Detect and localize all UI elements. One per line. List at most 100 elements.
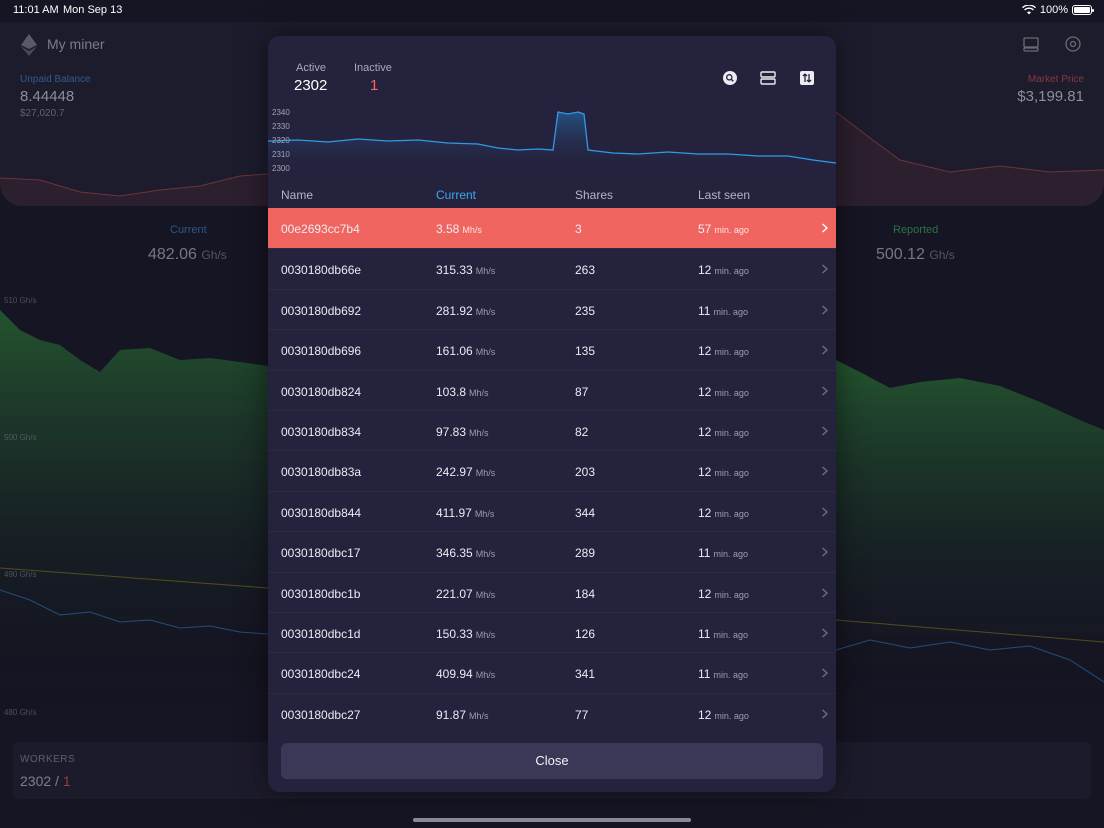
chart-y-label-2340: 2340 [272, 108, 290, 117]
chevron-right-icon [822, 426, 829, 436]
worker-shares: 235 [575, 303, 596, 318]
worker-name: 0030180db824 [281, 384, 362, 399]
table-row[interactable]: 0030180dbc1d 150.33 Mh/s 126 11 min. ago [268, 611, 836, 652]
miner-title[interactable]: My miner [47, 36, 105, 52]
worker-shares: 77 [575, 707, 589, 722]
battery-icon [1072, 5, 1094, 15]
inactive-label: Inactive [354, 62, 392, 74]
table-row[interactable]: 0030180dbc17 346.35 Mh/s 289 11 min. ago [268, 531, 836, 571]
worker-shares: 341 [575, 667, 596, 682]
column-current[interactable]: Current [436, 188, 476, 202]
worker-shares: 289 [575, 546, 596, 561]
workers-label: WORKERS [20, 754, 76, 765]
worker-name: 0030180db83a [281, 465, 362, 480]
worker-last-seen: 12 min. ago [698, 505, 749, 520]
worker-hashrate: 346.35 Mh/s [436, 546, 496, 561]
chart-y-label-2300: 2300 [272, 164, 290, 173]
worker-name: 0030180dbc1d [281, 626, 361, 641]
table-row[interactable]: 0030180db844 411.97 Mh/s 344 12 min. ago [268, 490, 836, 531]
worker-hashrate: 409.94 Mh/s [436, 667, 496, 682]
wifi-icon [1021, 5, 1036, 15]
status-date: Mon Sep 13 [63, 4, 123, 16]
column-last-seen[interactable]: Last seen [698, 188, 750, 202]
chevron-right-icon [822, 628, 829, 638]
worker-shares: 135 [575, 344, 596, 359]
worker-last-seen: 11 min. ago [698, 626, 748, 641]
axis-label-480: 480 Gh/s [4, 708, 37, 717]
active-count: 2302 [294, 77, 328, 94]
table-row[interactable]: 0030180dbc24 409.94 Mh/s 341 11 min. ago [268, 652, 836, 692]
table-row[interactable]: 0030180dbc27 91.87 Mh/s 77 12 min. ago [268, 692, 836, 733]
table-row[interactable]: 0030180db824 103.8 Mh/s 87 12 min. ago [268, 369, 836, 410]
ethereum-logo [21, 34, 37, 56]
worker-shares: 126 [575, 626, 596, 641]
worker-hashrate: 281.92 Mh/s [436, 303, 496, 318]
column-name[interactable]: Name [281, 188, 313, 202]
table-header: Name Current Shares Last seen [268, 186, 836, 208]
market-price-label: Market Price [1027, 74, 1084, 85]
chevron-right-icon [822, 507, 829, 517]
axis-label-490: 490 Gh/s [4, 570, 37, 579]
table-row[interactable]: 0030180db66e 315.33 Mh/s 263 12 min. ago [268, 248, 836, 288]
worker-last-seen: 12 min. ago [698, 465, 749, 480]
settings-icon[interactable] [1064, 35, 1082, 53]
close-button[interactable]: Close [281, 743, 823, 779]
table-row[interactable]: 00e2693cc7b4 3.58 Mh/s 3 57 min. ago [268, 208, 836, 249]
unpaid-balance-label: Unpaid Balance [20, 74, 91, 85]
worker-shares: 3 [575, 222, 582, 236]
worker-name: 00e2693cc7b4 [281, 222, 360, 236]
worker-name: 0030180db844 [281, 505, 362, 520]
worker-name: 0030180db834 [281, 424, 362, 439]
table-row[interactable]: 0030180dbc1b 221.07 Mh/s 184 12 min. ago [268, 571, 836, 612]
workers-count: 2302 / 1 [20, 773, 71, 789]
column-shares[interactable]: Shares [575, 188, 613, 202]
status-bar: 11:01 AM Mon Sep 13 100% [0, 0, 1104, 22]
worker-shares: 82 [575, 424, 589, 439]
axis-label-500: 500 Gh/s [4, 433, 37, 442]
worker-hashrate: 411.97 Mh/s [436, 505, 495, 520]
worker-hashrate: 242.97 Mh/s [436, 465, 496, 480]
reported-hashrate-value: 500.12 Gh/s [876, 246, 955, 263]
worker-hashrate: 97.83 Mh/s [436, 424, 489, 439]
worker-hashrate: 161.06 Mh/s [436, 344, 496, 359]
chevron-right-icon [822, 587, 829, 598]
worker-hashrate: 91.87 Mh/s [436, 707, 489, 722]
active-label: Active [296, 62, 326, 74]
sort-icon[interactable] [798, 69, 816, 87]
search-icon[interactable] [721, 69, 739, 87]
worker-name: 0030180db692 [281, 303, 362, 318]
server-icon[interactable] [1022, 35, 1040, 53]
worker-last-seen: 11 min. ago [698, 546, 748, 561]
worker-name: 0030180dbc1b [281, 586, 361, 601]
layout-icon[interactable] [759, 69, 777, 87]
chevron-right-icon [822, 466, 829, 476]
worker-hashrate: 3.58 Mh/s [436, 222, 482, 236]
inactive-count: 1 [370, 77, 379, 94]
worker-shares: 87 [575, 384, 589, 399]
chevron-right-icon [822, 709, 829, 719]
table-row[interactable]: 0030180db692 281.92 Mh/s 235 11 min. ago [268, 288, 836, 329]
worker-shares: 184 [575, 586, 596, 601]
worker-last-seen: 12 min. ago [698, 263, 749, 278]
worker-last-seen: 12 min. ago [698, 384, 749, 399]
workers-list: 00e2693cc7b4 3.58 Mh/s 3 57 min. ago 0030180db… [268, 208, 836, 733]
worker-last-seen: 12 min. ago [698, 707, 749, 722]
worker-name: 0030180dbc27 [281, 707, 361, 722]
worker-last-seen: 11 min. ago [698, 667, 748, 682]
chevron-right-icon [822, 345, 829, 355]
table-row[interactable]: 0030180db696 161.06 Mh/s 135 12 min. ago [268, 329, 836, 369]
worker-hashrate: 103.8 Mh/s [436, 384, 489, 399]
worker-count-chart [268, 111, 836, 172]
chart-y-label-2330: 2330 [272, 122, 290, 131]
home-indicator[interactable] [413, 818, 691, 822]
table-row[interactable]: 0030180db83a 242.97 Mh/s 203 12 min. ago [268, 450, 836, 490]
chart-y-label-2310: 2310 [272, 150, 290, 159]
reported-hashrate-label: Reported [893, 224, 939, 236]
worker-hashrate: 315.33 Mh/s [436, 263, 496, 278]
chevron-right-icon [822, 386, 829, 396]
chevron-right-icon [822, 305, 829, 315]
status-indicators: 100% [1021, 4, 1094, 16]
table-row[interactable]: 0030180db834 97.83 Mh/s 82 12 min. ago [268, 409, 836, 450]
worker-hashrate: 150.33 Mh/s [436, 626, 496, 641]
chart-y-label-2320: 2320 [272, 136, 290, 145]
